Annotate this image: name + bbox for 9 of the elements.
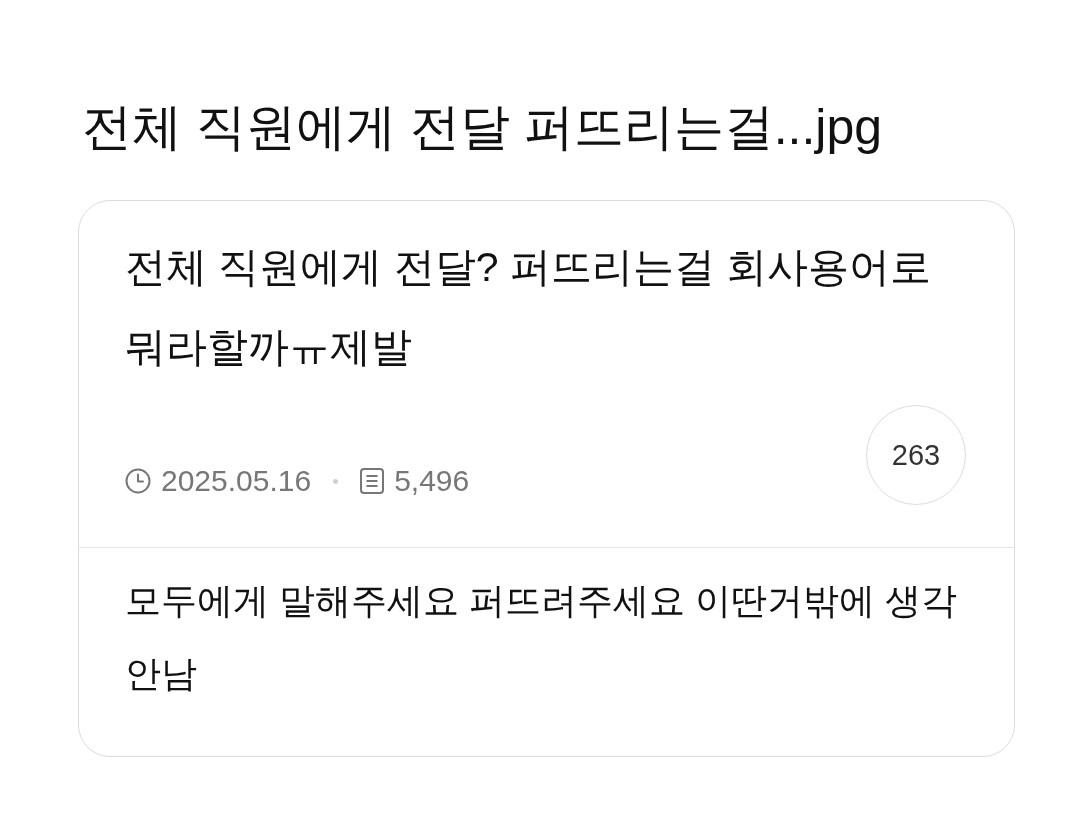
question-text: 전체 직원에게 전달? 퍼뜨리는걸 회사용어로 뭐라할까ㅠ제발 [125, 243, 933, 372]
post-title: 전체 직원에게 전달 퍼뜨리는걸...jpg [82, 98, 884, 157]
separator-dot-icon [333, 478, 339, 484]
answer-text: 모두에게 말해주세요 퍼뜨려주세요 이딴거밖에 생각 안남 [125, 579, 958, 696]
clock-icon [125, 468, 151, 494]
view-count: 5,496 [394, 463, 470, 499]
document-icon [360, 468, 385, 494]
post-date: 2025.05.16 [161, 463, 312, 499]
answer-count-badge[interactable]: 263 [866, 405, 966, 505]
